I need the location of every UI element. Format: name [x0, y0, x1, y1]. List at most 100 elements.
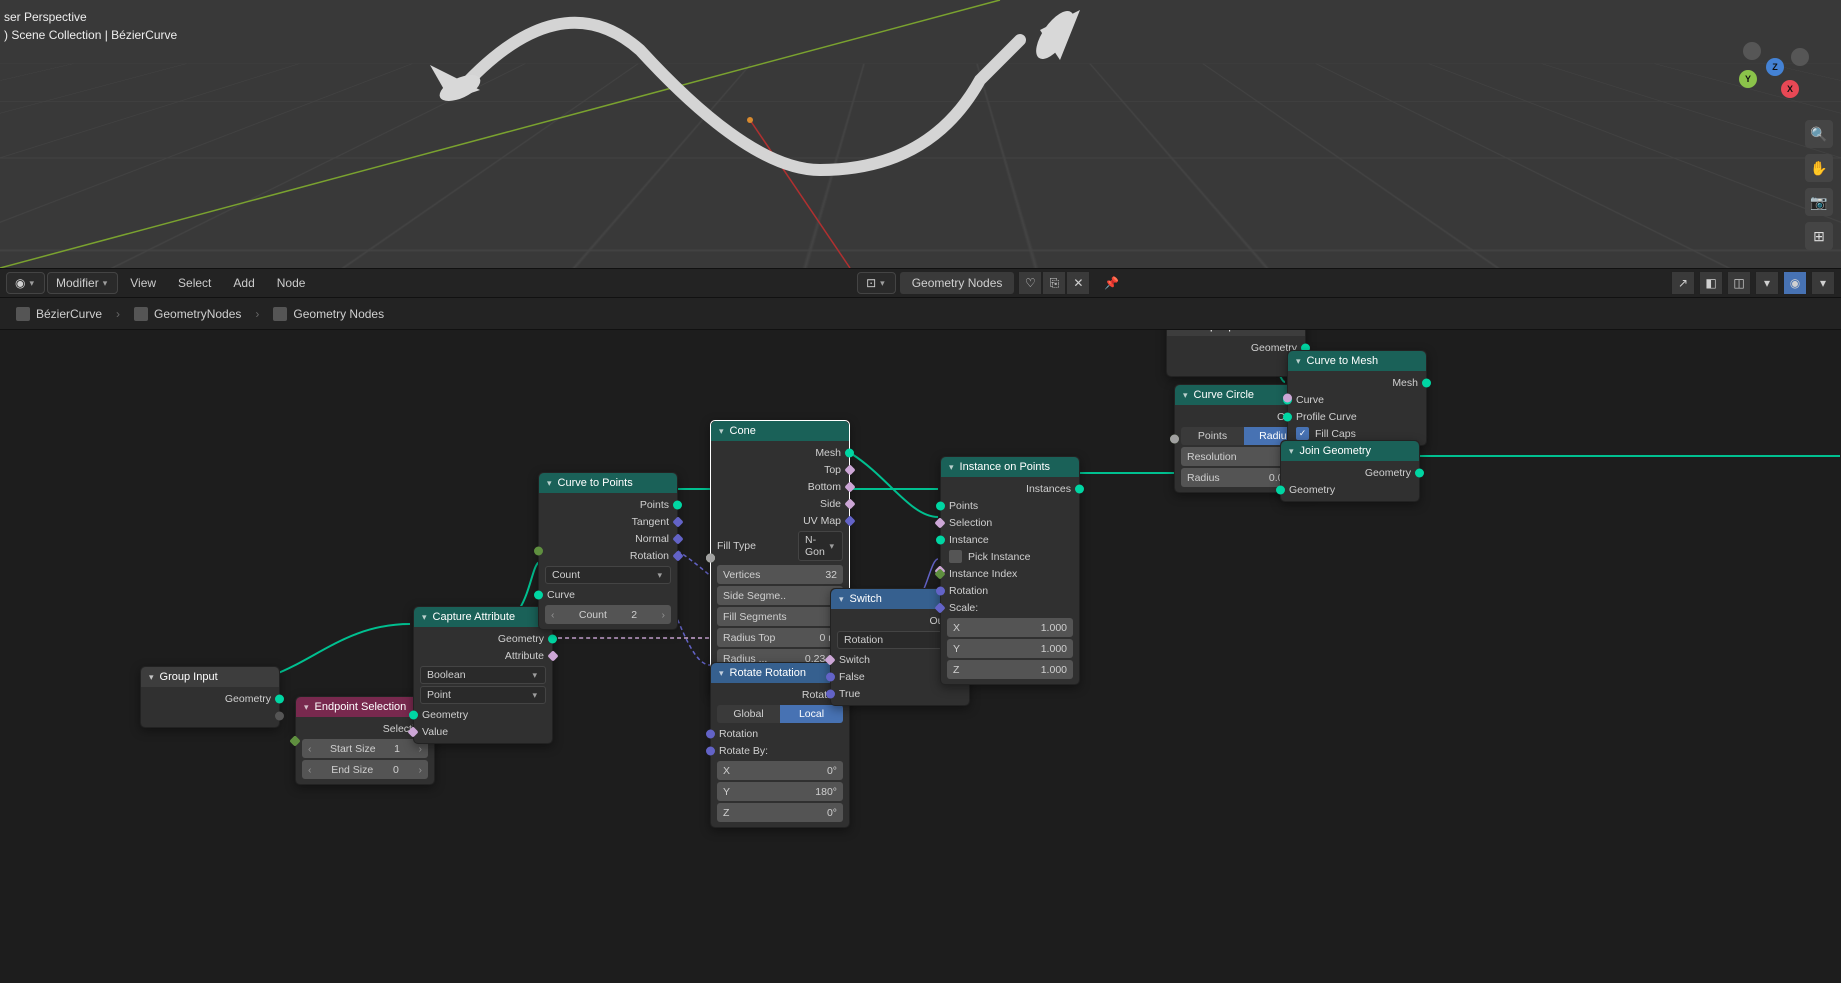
input-instance[interactable]: Instance: [941, 531, 1079, 548]
viewport-3d[interactable]: ser Perspective ) Scene Collection | Béz…: [0, 0, 1841, 268]
camera-icon[interactable]: 📷: [1805, 188, 1833, 216]
input-curve[interactable]: Curve: [1288, 391, 1426, 408]
gizmo-z[interactable]: Z: [1766, 58, 1784, 76]
node-curve-to-mesh[interactable]: ▾Curve to Mesh Mesh Curve Profile Curve …: [1287, 350, 1427, 446]
field-radius-top[interactable]: Radius Top0 m: [717, 628, 843, 647]
output-instances[interactable]: Instances: [941, 480, 1079, 497]
tool-2-icon[interactable]: ◧: [1699, 271, 1723, 295]
breadcrumb-nodetree[interactable]: Geometry Nodes: [267, 304, 390, 324]
input-pick-instance[interactable]: Pick Instance: [941, 548, 1079, 565]
toggle-space[interactable]: GlobalLocal: [717, 705, 843, 723]
select-data-type[interactable]: Boolean▾: [420, 666, 546, 684]
output-geometry[interactable]: Geometry: [414, 630, 552, 647]
gizmo-y[interactable]: Y: [1739, 70, 1757, 88]
gizmo-neg-y[interactable]: [1791, 48, 1809, 66]
zoom-icon[interactable]: 🔍: [1805, 120, 1833, 148]
output-side[interactable]: Side: [711, 495, 849, 512]
node-capture-attribute[interactable]: ▾Capture Attribute Geometry Attribute Bo…: [413, 606, 553, 744]
breadcrumb-modifier[interactable]: GeometryNodes: [128, 304, 247, 324]
node-header[interactable]: ▾Join Geometry: [1281, 441, 1419, 461]
gizmo-neg-x[interactable]: [1743, 42, 1761, 60]
node-rotate-rotation[interactable]: ▾Rotate Rotation Rotation GlobalLocal Ro…: [710, 662, 850, 828]
editor-type-dropdown[interactable]: ◉▾: [6, 272, 45, 294]
output-blank[interactable]: [1167, 356, 1305, 373]
node-editor[interactable]: ▾Group Input Geometry ▾Endpoint Selectio…: [0, 330, 1841, 983]
unlink-icon[interactable]: ✕: [1066, 271, 1090, 295]
select-domain[interactable]: Point▾: [420, 686, 546, 704]
input-rotation[interactable]: Rotation: [941, 582, 1079, 599]
input-selection[interactable]: Selection: [941, 514, 1079, 531]
snap-dropdown[interactable]: ▾: [1755, 271, 1779, 295]
node-header[interactable]: ▾Capture Attribute: [414, 607, 552, 627]
select-fill[interactable]: N-Gon▾: [798, 531, 843, 561]
field-x[interactable]: X0°: [717, 761, 843, 780]
fake-user-icon[interactable]: ♡: [1018, 271, 1042, 295]
node-header[interactable]: ▾Curve to Mesh: [1288, 351, 1426, 371]
input-points[interactable]: Points: [941, 497, 1079, 514]
output-top[interactable]: Top: [711, 461, 849, 478]
output-blank[interactable]: [141, 707, 279, 724]
output-uvmap[interactable]: UV Map: [711, 512, 849, 529]
field-count[interactable]: ‹Count2›: [545, 605, 671, 624]
node-join-geometry[interactable]: ▾Join Geometry Geometry Geometry: [1280, 440, 1420, 502]
node-header[interactable]: ▾Cone: [711, 421, 849, 441]
tool-3-icon[interactable]: ◫: [1727, 271, 1751, 295]
output-mesh[interactable]: Mesh: [711, 444, 849, 461]
field-scale-y[interactable]: Y1.000: [947, 639, 1073, 658]
modifier-dropdown[interactable]: Modifier▾: [47, 272, 118, 294]
menu-view[interactable]: View: [120, 272, 166, 294]
move-icon[interactable]: ✋: [1805, 154, 1833, 182]
menu-select[interactable]: Select: [168, 272, 221, 294]
overlay-dropdown[interactable]: ▾: [1811, 271, 1835, 295]
field-scale-z[interactable]: Z1.000: [947, 660, 1073, 679]
node-header[interactable]: ▾Curve to Points: [539, 473, 677, 493]
output-normal[interactable]: Normal: [539, 530, 677, 547]
field-y[interactable]: Y180°: [717, 782, 843, 801]
node-curve-to-points[interactable]: ▾Curve to Points Points Tangent Normal R…: [538, 472, 678, 630]
field-end-size[interactable]: ‹End Size0›: [302, 760, 428, 779]
nodetree-name[interactable]: Geometry Nodes: [900, 272, 1015, 294]
modifier-icon: [134, 307, 148, 321]
input-profile[interactable]: Profile Curve: [1288, 408, 1426, 425]
input-rotation[interactable]: Rotation: [711, 725, 849, 742]
gizmo-x[interactable]: X: [1781, 80, 1799, 98]
node-header[interactable]: ▾Instance on Points: [941, 457, 1079, 477]
field-start-size[interactable]: ‹Start Size1›: [302, 739, 428, 758]
output-bottom[interactable]: Bottom: [711, 478, 849, 495]
menu-node[interactable]: Node: [267, 272, 316, 294]
node-group-input-2[interactable]: ▾Group Input Geometry: [1166, 330, 1306, 377]
input-geometry[interactable]: Geometry: [1281, 481, 1419, 498]
output-mesh[interactable]: Mesh: [1288, 374, 1426, 391]
select-mode[interactable]: Count▾: [545, 566, 671, 584]
field-side-seg[interactable]: Side Segme..1: [717, 586, 843, 605]
output-geometry[interactable]: Geometry: [141, 690, 279, 707]
perspective-icon[interactable]: ⊞: [1805, 222, 1833, 250]
overlay-icon[interactable]: ◉: [1783, 271, 1807, 295]
field-vertices[interactable]: Vertices32: [717, 565, 843, 584]
input-geometry[interactable]: Geometry: [414, 706, 552, 723]
nodetree-browse[interactable]: ⊡▾: [857, 272, 896, 294]
output-rotation[interactable]: Rotation: [539, 547, 677, 564]
node-instance-on-points[interactable]: ▾Instance on Points Instances Points Sel…: [940, 456, 1080, 685]
input-curve[interactable]: Curve: [539, 586, 677, 603]
output-attribute[interactable]: Attribute: [414, 647, 552, 664]
axis-gizmo[interactable]: Z Y X: [1731, 30, 1811, 110]
input-instance-index[interactable]: Instance Index: [941, 565, 1079, 582]
field-z[interactable]: Z0°: [717, 803, 843, 822]
output-geometry[interactable]: Geometry: [1281, 464, 1419, 481]
field-fill-seg[interactable]: Fill Segments1: [717, 607, 843, 626]
output-points[interactable]: Points: [539, 496, 677, 513]
node-group-input[interactable]: ▾Group Input Geometry: [140, 666, 280, 728]
duplicate-icon[interactable]: ⎘: [1042, 271, 1066, 295]
node-header[interactable]: ▾Group Input: [141, 667, 279, 687]
output-tangent[interactable]: Tangent: [539, 513, 677, 530]
viewport-grid: [0, 63, 1841, 268]
input-value[interactable]: Value: [414, 723, 552, 740]
breadcrumb-object[interactable]: BézierCurve: [10, 304, 108, 324]
field-scale-x[interactable]: X1.000: [947, 618, 1073, 637]
menu-add[interactable]: Add: [223, 272, 264, 294]
pin-icon[interactable]: 📌: [1094, 272, 1129, 294]
input-true[interactable]: True: [831, 685, 969, 702]
tool-1-icon[interactable]: ↗: [1671, 271, 1695, 295]
output-geometry[interactable]: Geometry: [1167, 339, 1305, 356]
